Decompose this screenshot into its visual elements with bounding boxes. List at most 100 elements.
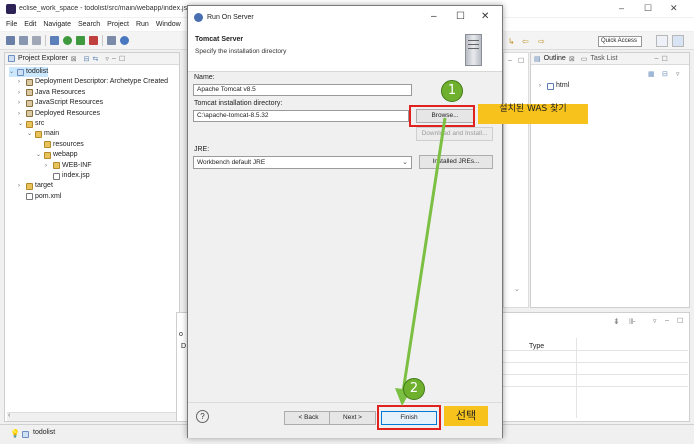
maximize-view-icon[interactable]: ☐ [661, 55, 667, 63]
tree-item-webapp[interactable]: ⌄ webapp [36, 150, 78, 160]
minimize-view-icon[interactable]: – [665, 317, 669, 324]
dialog-minimize-icon[interactable]: – [431, 12, 437, 22]
tree-item-web-inf[interactable]: › WEB-INF [45, 161, 92, 171]
menu-file[interactable]: File [6, 21, 17, 28]
scroll-left-icon[interactable]: ‹ [8, 412, 10, 419]
dialog-close-icon[interactable]: ✕ [481, 12, 489, 22]
name-field[interactable]: Apache Tomcat v8.5 [193, 84, 412, 96]
maximize-view-icon[interactable]: ☐ [119, 55, 125, 63]
run-icon[interactable] [63, 36, 72, 45]
tree-item-javascript-resources[interactable]: › JavaScript Resources [18, 98, 103, 108]
menu-window[interactable]: Window [156, 21, 181, 28]
help-icon[interactable]: ? [196, 410, 209, 423]
minimize-view-icon[interactable]: – [655, 55, 659, 62]
collapse-all-icon[interactable]: ⊟ [84, 55, 90, 63]
column-type[interactable]: Type [529, 343, 544, 350]
minimize-icon[interactable]: – [619, 3, 624, 13]
tree-item-pom-xml[interactable]: pom.xml [18, 192, 61, 202]
collapse-icon[interactable]: ⊟ [662, 70, 668, 78]
open-perspective-icon[interactable] [656, 35, 668, 47]
java-ee-perspective-icon[interactable] [672, 35, 684, 47]
tree-item-deployed-resources[interactable]: › Deployed Resources [18, 109, 100, 119]
view-menu-icon[interactable]: ▿ [105, 55, 109, 63]
expand-icon[interactable]: › [18, 181, 24, 191]
close-tab-icon[interactable]: ⊠ [71, 55, 77, 63]
next-annotation-icon[interactable]: ↳ [508, 37, 515, 46]
save-icon[interactable] [19, 36, 28, 45]
collapse-icon[interactable]: ⌄ [18, 119, 24, 129]
project-icon [22, 431, 29, 438]
task-list-tab[interactable]: Task List [590, 55, 617, 62]
menu-project[interactable]: Project [107, 21, 129, 28]
tree-item-resources[interactable]: resources [36, 140, 84, 150]
expand-icon[interactable]: › [45, 161, 51, 171]
menu-edit[interactable]: Edit [24, 21, 36, 28]
project-explorer-tab[interactable]: Project Explorer [18, 55, 68, 62]
download-install-button[interactable]: Download and Install... [416, 127, 493, 141]
save-all-icon[interactable] [32, 36, 41, 45]
panel-filter-icon[interactable]: ⊪ [629, 317, 636, 326]
expand-icon[interactable]: › [18, 98, 24, 108]
folder-icon [44, 151, 51, 159]
outline-item[interactable]: › html [539, 81, 569, 91]
project-explorer-icon [8, 55, 15, 62]
tree-item-todolist[interactable]: ⌄ todolist [9, 67, 49, 77]
external-tools-icon[interactable] [89, 36, 98, 45]
step-2-note: 선택 [444, 406, 488, 426]
next-button[interactable]: Next > [329, 411, 376, 425]
menu-run[interactable]: Run [136, 21, 149, 28]
close-tab-icon[interactable]: ⊠ [569, 55, 575, 63]
forward-arrow-icon[interactable]: ⇨ [538, 37, 545, 46]
view-menu-icon[interactable]: ▿ [653, 317, 657, 325]
horizontal-scrollbar[interactable]: ‹ [7, 412, 177, 421]
collapse-icon[interactable]: ⌄ [27, 129, 33, 139]
outline-tab[interactable]: Outline [544, 55, 566, 62]
debug-icon[interactable] [50, 36, 59, 45]
filter-icon[interactable]: ▦ [648, 70, 655, 78]
tree-item-deployment-descriptor-archetype-created[interactable]: › Deployment Descriptor: Archetype Create… [18, 77, 168, 87]
dialog-maximize-icon[interactable]: ☐ [456, 12, 465, 22]
tree-item-label: resources [53, 140, 84, 148]
minimize-view-icon[interactable]: – [508, 57, 512, 64]
outline-item-label: html [556, 82, 570, 89]
collapse-icon[interactable]: ⌄ [9, 67, 15, 77]
outline-icon: ▤ [534, 55, 541, 63]
expand-icon[interactable]: › [18, 88, 24, 98]
expand-icon[interactable]: › [539, 81, 545, 91]
quick-access-input[interactable]: Quick Access [598, 36, 642, 47]
tree-item-src[interactable]: ⌄ src [18, 119, 44, 129]
menu-navigate[interactable]: Navigate [43, 21, 71, 28]
table-row [500, 362, 688, 363]
link-editor-icon[interactable]: ⇆ [93, 55, 99, 63]
scroll-down-icon[interactable]: ⌄ [514, 285, 520, 293]
new-icon[interactable] [6, 36, 15, 45]
tree-item-target[interactable]: › target [18, 181, 53, 191]
java-resources-icon [26, 89, 33, 97]
view-menu-icon[interactable]: ▿ [676, 70, 680, 78]
maximize-view-icon[interactable]: ☐ [677, 317, 683, 325]
tree-item-main[interactable]: ⌄ main [27, 129, 59, 139]
tree-item-index-jsp[interactable]: index.jsp [45, 171, 90, 181]
back-button[interactable]: < Back [284, 411, 333, 425]
menu-search[interactable]: Search [78, 21, 100, 28]
maximize-icon[interactable]: ☐ [644, 3, 652, 13]
panel-toolbar-icon[interactable]: ⇟ [613, 317, 620, 326]
bottom-panel-d: D [181, 343, 187, 350]
install-dir-field[interactable]: C:\apache-tomcat-8.5.32 [193, 110, 409, 122]
expand-icon[interactable]: › [18, 77, 24, 87]
chevron-down-icon: ⌄ [402, 159, 408, 166]
maximize-view-icon[interactable]: ☐ [518, 57, 524, 65]
minimize-view-icon[interactable]: – [112, 55, 116, 62]
run-server-icon[interactable] [76, 36, 85, 45]
installed-jres-button[interactable]: Installed JREs... [419, 155, 493, 169]
back-arrow-icon[interactable]: ⇦ [522, 37, 529, 46]
step-1-badge: 1 [441, 80, 463, 102]
web-browser-icon[interactable] [120, 36, 129, 45]
jre-select[interactable]: Workbench default JRE ⌄ [193, 156, 412, 169]
collapse-icon[interactable]: ⌄ [36, 150, 42, 160]
tree-item-java-resources[interactable]: › Java Resources [18, 88, 85, 98]
close-icon[interactable]: ✕ [670, 3, 678, 13]
expand-icon[interactable]: › [18, 109, 24, 119]
file-icon [26, 193, 33, 201]
open-type-icon[interactable] [107, 36, 116, 45]
